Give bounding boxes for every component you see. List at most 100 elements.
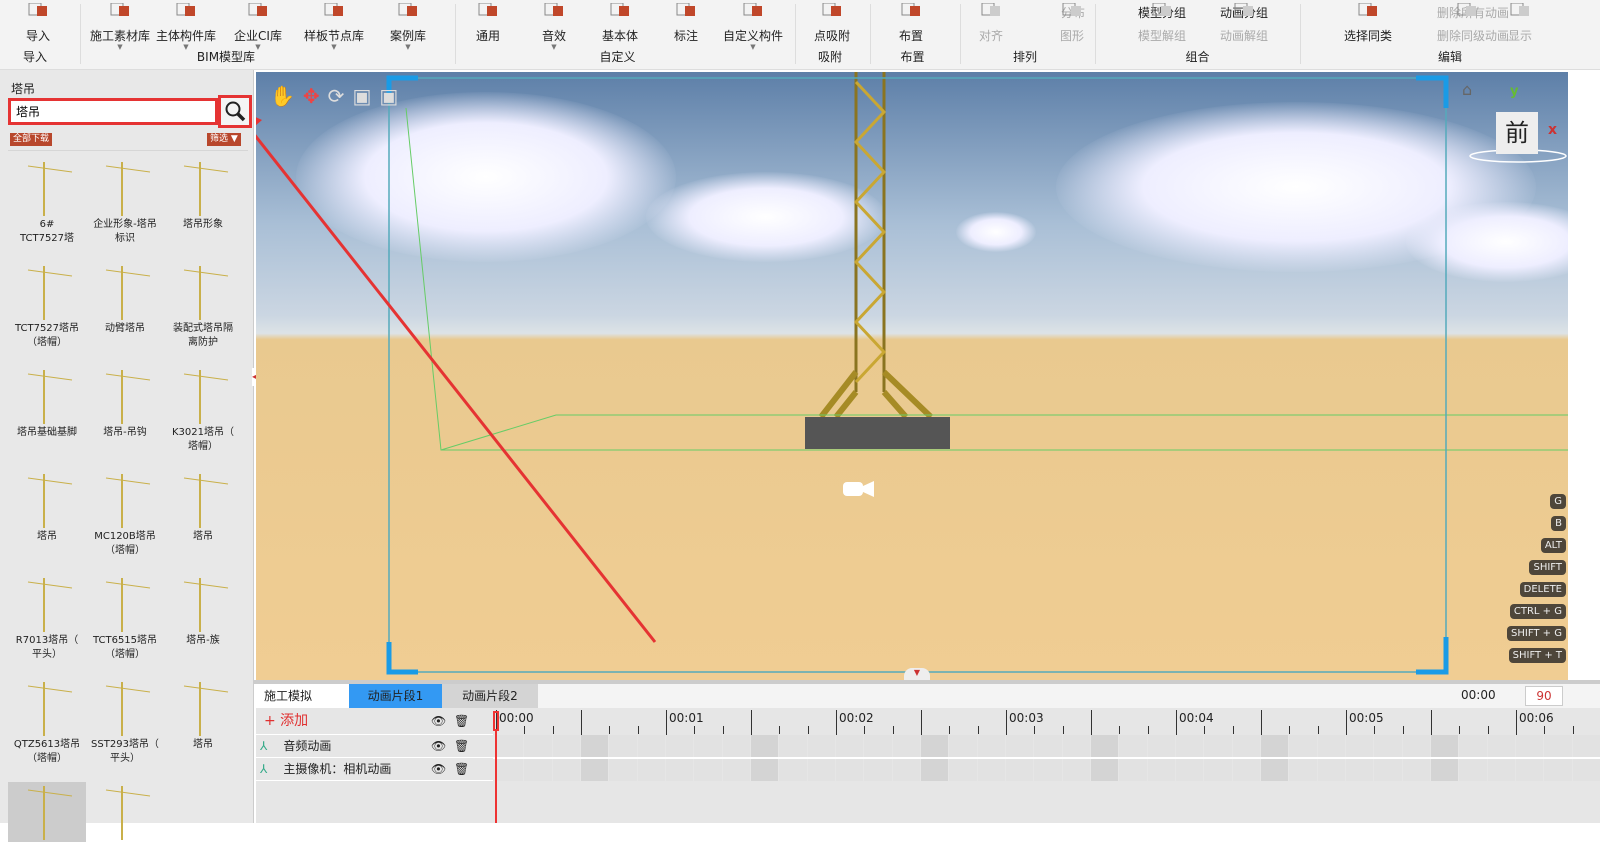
camera-icon bbox=[843, 481, 874, 497]
shortcut-key: G bbox=[1550, 494, 1566, 509]
crane-thumbnail bbox=[164, 678, 242, 738]
ruler-label: 00:01 bbox=[669, 711, 704, 725]
toolbar-button-5[interactable]: 案例库 ▼ bbox=[378, 2, 438, 51]
model-item[interactable]: 企业形象-塔吊 标识 bbox=[86, 158, 164, 246]
toolbar-button-6[interactable]: 通用 bbox=[458, 2, 518, 44]
model-item-label: 塔吊-吊钩 bbox=[103, 427, 147, 438]
3d-viewport[interactable]: ✋ ✥ ⟳ ▣ ▣ ⌂ y x 前 G B ALT SHIFT DELETE CTRL +… bbox=[256, 72, 1568, 680]
duration-input[interactable]: 90 bbox=[1525, 686, 1563, 706]
toolbar-label: 导入 bbox=[25, 29, 50, 43]
scale-icon[interactable]: ▣ bbox=[352, 84, 371, 108]
toolbar-icon bbox=[245, 2, 271, 25]
model-item[interactable]: 塔吊形象 bbox=[164, 158, 242, 232]
model-item[interactable]: 塔吊 bbox=[8, 470, 86, 544]
track-row[interactable]: ⅄ 音频动画 👁 🗑 bbox=[256, 735, 493, 758]
shortcut-key: SHIFT bbox=[1529, 560, 1566, 575]
model-item[interactable] bbox=[8, 782, 86, 842]
timeline-tab[interactable]: 动画片段2 bbox=[442, 684, 538, 708]
toolbar-button-0[interactable]: 导入 bbox=[8, 2, 68, 44]
track-row[interactable]: ⅄ 主摄像机：相机动画 👁 🗑 bbox=[256, 758, 493, 781]
toolbar-button-15[interactable]: 图形 bbox=[1042, 2, 1102, 44]
download-all-button[interactable]: 全部下载 bbox=[10, 133, 53, 146]
time-ruler[interactable]: 00:00 00:01 00:02 00:03 00:04 00:05 00:06 bbox=[493, 708, 1600, 735]
ribbon-toolbar: 导入 施工素材库 ▼ 主体构件库 ▼ 企业CI库 ▼ 样板节点库 ▼ 案例库 ▼ 通用 音效 ▼ 基本体 标注… bbox=[0, 0, 1600, 70]
model-item-label: 装配式塔吊隔 离防护 bbox=[173, 323, 233, 348]
toolbar-button-19[interactable]: 动画解组 bbox=[1214, 2, 1274, 44]
toolbar-button-22[interactable]: 删除同级动画 bbox=[1437, 2, 1509, 44]
rotate-icon[interactable]: ⟳ bbox=[328, 84, 345, 108]
model-item-label: K3021塔吊（ 塔帽） bbox=[171, 427, 234, 452]
crane-thumbnail bbox=[8, 366, 86, 426]
model-item[interactable] bbox=[86, 782, 164, 842]
ruler-label: 00:05 bbox=[1349, 711, 1384, 725]
model-item[interactable]: QTZ5613塔吊 （塔帽） bbox=[8, 678, 86, 766]
model-item[interactable]: 塔吊基础基脚 bbox=[8, 366, 86, 440]
toolbar-button-9[interactable]: 标注 bbox=[656, 2, 716, 44]
playhead[interactable] bbox=[493, 711, 499, 823]
filter-button[interactable]: 筛选 ▼ bbox=[207, 133, 241, 146]
model-item[interactable]: TCT7527塔吊 （塔帽） bbox=[8, 262, 86, 350]
search-input[interactable] bbox=[8, 98, 218, 125]
eye-icon[interactable]: 👁 bbox=[431, 708, 446, 735]
eye-icon[interactable]: 👁 bbox=[431, 758, 446, 781]
toolbar-button-11[interactable]: 点吸附 bbox=[802, 2, 862, 44]
toolbar-label: 基本体 bbox=[601, 29, 638, 43]
model-item[interactable]: 6# TCT7527塔 bbox=[8, 158, 86, 246]
model-item[interactable]: SST293塔吊（ 平头） bbox=[86, 678, 164, 766]
toolbar-button-12[interactable]: 布置 bbox=[881, 2, 941, 44]
transform-icon[interactable]: ▣ bbox=[379, 84, 398, 108]
track-label: 音频动画 bbox=[283, 739, 332, 753]
model-item[interactable]: 塔吊-吊钩 bbox=[86, 366, 164, 440]
toolbar-button-8[interactable]: 基本体 bbox=[590, 2, 650, 44]
panel-title: 塔吊 bbox=[11, 82, 36, 96]
model-item[interactable]: R7013塔吊（ 平头） bbox=[8, 574, 86, 662]
toolbar-button-3[interactable]: 企业CI库 ▼ bbox=[228, 2, 288, 51]
toolbar-icon bbox=[1149, 0, 1175, 2]
collapse-timeline-handle[interactable]: ▼ bbox=[904, 668, 930, 680]
model-item-label: R7013塔吊（ 平头） bbox=[15, 635, 79, 660]
model-item[interactable]: 动臂塔吊 bbox=[86, 262, 164, 336]
model-item-label: SST293塔吊（ 平头） bbox=[91, 739, 159, 764]
crane-thumbnail bbox=[8, 678, 86, 738]
toolbar-label: 模型解组 bbox=[1137, 29, 1186, 43]
toolbar-button-7[interactable]: 音效 ▼ bbox=[524, 2, 584, 51]
eye-icon[interactable]: 👁 bbox=[431, 735, 446, 758]
toolbar-button-18[interactable]: 模型解组 bbox=[1132, 2, 1192, 44]
toolbar-icon bbox=[673, 2, 699, 25]
ruler-label: 00:03 bbox=[1009, 711, 1044, 725]
toolbar-button-23[interactable]: 显示 bbox=[1490, 2, 1550, 44]
trash-icon[interactable]: 🗑 bbox=[454, 758, 469, 781]
move-icon[interactable]: ✥ bbox=[303, 84, 320, 108]
toolbar-icon bbox=[607, 2, 633, 25]
toolbar-label: 图形 bbox=[1059, 29, 1084, 43]
toolbar-button-20[interactable]: 选择同类 bbox=[1338, 2, 1398, 44]
model-item[interactable]: 塔吊 bbox=[164, 678, 242, 752]
model-item[interactable]: 塔吊 bbox=[164, 470, 242, 544]
timeline-tab[interactable]: 动画片段1 bbox=[349, 684, 442, 708]
timeline-tab[interactable]: 施工模拟 bbox=[256, 684, 349, 708]
search-button[interactable] bbox=[218, 95, 252, 128]
model-item[interactable]: 装配式塔吊隔 离防护 bbox=[164, 262, 242, 350]
toolbar-label: 音效 bbox=[541, 29, 566, 43]
trash-icon[interactable]: 🗑 bbox=[454, 708, 469, 735]
toolbar-button-13[interactable]: 对齐 bbox=[961, 2, 1021, 44]
view-cube-front[interactable]: 前 bbox=[1496, 112, 1538, 154]
toolbar-button-4[interactable]: 样板节点库 ▼ bbox=[304, 2, 364, 51]
toolbar-icon bbox=[1059, 2, 1085, 25]
toolbar-icon bbox=[819, 2, 845, 25]
toolbar-icon bbox=[978, 2, 1004, 25]
pan-hand-icon[interactable]: ✋ bbox=[270, 84, 295, 108]
toolbar-button-10[interactable]: 自定义构件 ▼ bbox=[723, 2, 783, 51]
dropdown-arrow-icon[interactable]: ▼ bbox=[378, 44, 438, 51]
model-item[interactable]: K3021塔吊（ 塔帽） bbox=[164, 366, 242, 454]
toolbar-button-2[interactable]: 主体构件库 ▼ bbox=[156, 2, 216, 51]
model-item[interactable]: 塔吊-族 bbox=[164, 574, 242, 648]
current-time: 00:00 bbox=[1461, 688, 1496, 702]
home-view-icon[interactable]: ⌂ bbox=[1462, 80, 1472, 99]
model-item[interactable]: MC120B塔吊 （塔帽） bbox=[86, 470, 164, 558]
add-track-button[interactable]: + 添加 bbox=[264, 713, 308, 729]
model-item[interactable]: TCT6515塔吊 （塔帽） bbox=[86, 574, 164, 662]
trash-icon[interactable]: 🗑 bbox=[454, 735, 469, 758]
crane-thumbnail bbox=[164, 262, 242, 322]
toolbar-button-1[interactable]: 施工素材库 ▼ bbox=[90, 2, 150, 51]
